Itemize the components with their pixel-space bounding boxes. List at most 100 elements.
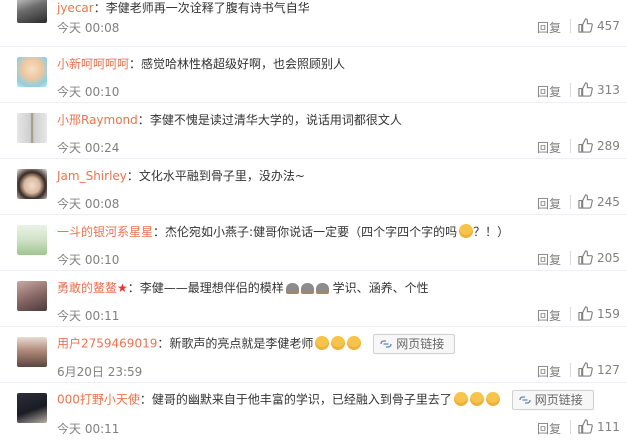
emoji-icon [347, 335, 362, 350]
link-icon [380, 340, 392, 348]
username[interactable]: 一斗的银河系星星 [57, 225, 153, 239]
reply-button[interactable]: 回复 [537, 83, 561, 100]
avatar[interactable] [17, 0, 47, 23]
like-count: 159 [597, 307, 620, 321]
reply-button[interactable]: 回复 [537, 251, 561, 268]
like-button[interactable]: 127 [578, 361, 626, 379]
web-link-button[interactable]: 网页链接 [373, 334, 456, 354]
like-button[interactable]: 313 [578, 81, 626, 99]
comment-text: 新歌声的亮点就是李健老师 [169, 336, 314, 351]
divider [570, 139, 571, 153]
like-button[interactable]: 205 [578, 249, 626, 267]
comment-item: jyecar：李健老师再一次诠释了腹有诗书气自华 今天 00:08 回复 457 [0, 0, 627, 47]
thumbs-up-icon [578, 82, 593, 97]
comment-text: 感觉哈林性格超级好啊，也会照顾别人 [141, 57, 346, 71]
reply-button[interactable]: 回复 [537, 420, 561, 437]
comment-text: 文化水平融到骨子里，没办法~ [138, 169, 305, 183]
comment-text: 李健不愧是读过清华大学的，说话用词都很文人 [149, 113, 402, 127]
thumbs-up-icon [578, 362, 593, 377]
web-link-label: 网页链接 [396, 337, 445, 351]
thumbs-up-icon [578, 138, 593, 153]
comment-text: 杰伦宛如小燕子:健哥你说话一定要（四个字四个字的吗 [165, 225, 458, 239]
emoji-icon [331, 335, 346, 350]
like-count: 205 [597, 251, 620, 265]
divider [570, 363, 571, 377]
comment-line: 一斗的银河系星星：杰伦宛如小燕子:健哥你说话一定要（四个字四个字的吗？！） [57, 224, 510, 239]
comment-line: 000打野小天使：健哥的幽默来自于他丰富的学识，已经融入到骨子里去了 网页链接 [57, 390, 619, 410]
comment-text: 李健——最理想伴侣的模样 [139, 281, 284, 295]
thumbs-up-icon [578, 419, 593, 434]
reply-button[interactable]: 回复 [537, 139, 561, 156]
comment-line: 小邢Raymond：李健不愧是读过清华大学的，说话用词都很文人 [57, 113, 402, 127]
avatar[interactable] [17, 393, 47, 423]
comment-text: 李健老师再一次诠释了腹有诗书气自华 [105, 1, 310, 15]
comment-time: 今天 00:10 [57, 253, 120, 267]
comment-text: 健哥的幽默来自于他丰富的学识，已经融入到骨子里去了 [151, 392, 452, 407]
comment-line: jyecar：李健老师再一次诠释了腹有诗书气自华 [57, 1, 310, 15]
thumbs-up-icon [578, 18, 593, 33]
comment-text-end: 学识、涵养、个性 [332, 281, 429, 295]
comment-time: 今天 00:08 [57, 21, 120, 35]
comment-time: 今天 00:24 [57, 141, 120, 155]
comment-time: 6月20日 23:59 [57, 365, 143, 379]
reply-button[interactable]: 回复 [537, 363, 561, 380]
username[interactable]: 用户2759469019 [57, 337, 157, 351]
comment-list: jyecar：李健老师再一次诠释了腹有诗书气自华 今天 00:08 回复 457… [0, 0, 627, 445]
comment-item: 一斗的银河系星星：杰伦宛如小燕子:健哥你说话一定要（四个字四个字的吗？！） 今天… [0, 215, 627, 271]
reply-button[interactable]: 回复 [537, 307, 561, 324]
username[interactable]: Jam_Shirley [57, 169, 127, 183]
link-icon [519, 396, 531, 404]
like-button[interactable]: 457 [578, 17, 626, 35]
comment-time: 今天 00:10 [57, 85, 120, 99]
comment-item: 小新呵呵呵呵：感觉哈林性格超级好啊，也会照顾别人 今天 00:10 回复 313 [0, 47, 627, 103]
comment-item: 用户2759469019：新歌声的亮点就是李健老师 网页链接 6月20日 23:… [0, 327, 627, 383]
like-button[interactable]: 245 [578, 193, 626, 211]
like-button[interactable]: 289 [578, 137, 626, 155]
avatar[interactable] [17, 169, 47, 199]
emoji-icon [300, 283, 314, 294]
like-count: 313 [597, 83, 620, 97]
vip-star-icon: ★ [117, 281, 128, 295]
like-count: 111 [597, 420, 620, 434]
web-link-label: 网页链接 [534, 393, 583, 407]
reply-button[interactable]: 回复 [537, 19, 561, 36]
emoji-icon [485, 391, 500, 406]
comment-item: 000打野小天使：健哥的幽默来自于他丰富的学识，已经融入到骨子里去了 网页链接 … [0, 383, 627, 445]
divider [570, 195, 571, 209]
divider [570, 251, 571, 265]
comment-line: 用户2759469019：新歌声的亮点就是李健老师 网页链接 [57, 334, 619, 354]
comment-time: 今天 00:11 [57, 422, 120, 436]
avatar[interactable] [17, 281, 47, 311]
like-count: 289 [597, 139, 620, 153]
like-button[interactable]: 111 [578, 418, 626, 436]
username[interactable]: 小新呵呵呵呵 [57, 57, 129, 71]
comment-item: 勇敢的鳌鳌★：李健——最理想伴侣的模样 学识、涵养、个性 今天 00:11 回复… [0, 271, 627, 327]
comment-line: 勇敢的鳌鳌★：李健——最理想伴侣的模样 学识、涵养、个性 [57, 281, 429, 295]
divider [570, 19, 571, 33]
username[interactable]: 小邢Raymond [57, 113, 138, 127]
avatar[interactable] [17, 337, 47, 367]
comment-line: 小新呵呵呵呵：感觉哈林性格超级好啊，也会照顾别人 [57, 57, 346, 71]
emoji-icon [315, 283, 329, 294]
username[interactable]: 000打野小天使 [57, 393, 140, 407]
web-link-button[interactable]: 网页链接 [511, 390, 594, 410]
comment-time: 今天 00:11 [57, 309, 120, 323]
comment-time: 今天 00:08 [57, 197, 120, 211]
username[interactable]: jyecar [57, 1, 94, 15]
divider [570, 83, 571, 97]
avatar[interactable] [17, 57, 47, 87]
thumbs-up-icon [578, 306, 593, 321]
divider [570, 307, 571, 321]
comment-item: Jam_Shirley：文化水平融到骨子里，没办法~ 今天 00:08 回复 2… [0, 159, 627, 215]
comment-text-end: ？！） [473, 225, 510, 239]
avatar[interactable] [17, 113, 47, 143]
username[interactable]: 勇敢的鳌鳌 [57, 281, 117, 295]
thumbs-up-icon [578, 250, 593, 265]
thumbs-up-icon [578, 194, 593, 209]
like-count: 457 [597, 19, 620, 33]
avatar[interactable] [17, 225, 47, 255]
emoji-icon [453, 391, 468, 406]
like-button[interactable]: 159 [578, 305, 626, 323]
reply-button[interactable]: 回复 [537, 195, 561, 212]
comment-item: 小邢Raymond：李健不愧是读过清华大学的，说话用词都很文人 今天 00:24… [0, 103, 627, 159]
